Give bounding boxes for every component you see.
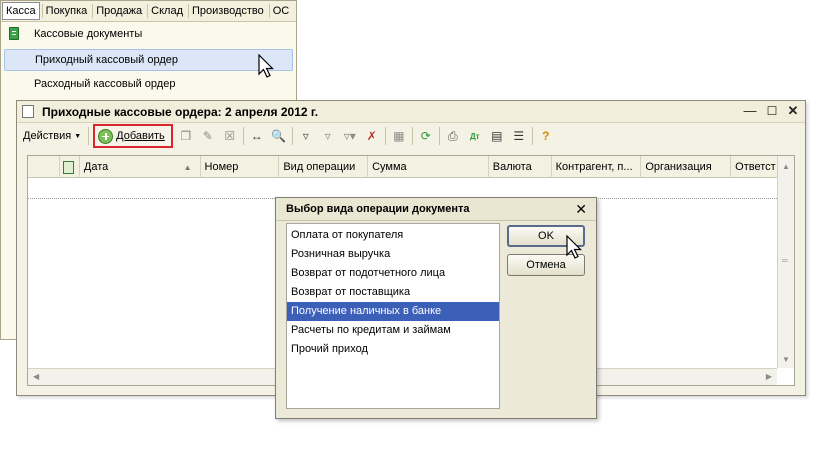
mouse-cursor-icon <box>258 54 274 78</box>
list-settings-icon[interactable]: ☰ <box>510 127 528 145</box>
actions-label: Действия <box>23 130 72 142</box>
operation-type-dialog: Выбор вида операции документа ✕ Оплата о… <box>275 197 597 419</box>
scroll-thumb-icon[interactable]: ═ <box>782 256 788 265</box>
dialog-title: Выбор вида операции документа <box>286 203 470 215</box>
cash-documents-icon <box>9 27 19 40</box>
scroll-left-icon[interactable]: ◀ <box>33 372 39 381</box>
menu-os[interactable]: ОС <box>270 3 293 19</box>
add-icon <box>98 128 114 144</box>
filter-icon[interactable]: ▿ <box>297 127 315 145</box>
posted-status-icon <box>62 160 74 174</box>
print-icon[interactable]: ⎙ <box>444 127 462 145</box>
scroll-up-icon[interactable]: ▲ <box>782 162 790 171</box>
add-button[interactable]: Добавить <box>93 124 173 148</box>
column-header-marker[interactable] <box>28 156 60 178</box>
list-item[interactable]: Прочий приход <box>287 340 499 359</box>
filter-by-value-icon[interactable]: ▿ <box>319 127 337 145</box>
table-header: Дата ▲ Номер Вид операции Сумма Валюта К… <box>28 156 777 178</box>
sort-ascending-icon: ▲ <box>183 162 192 172</box>
cancel-button-label: Отмена <box>526 259 566 271</box>
column-header-label: Сумма <box>372 161 407 173</box>
structure-icon[interactable]: ▦ <box>390 127 408 145</box>
column-header-currency[interactable]: Валюта <box>489 156 552 178</box>
window-titlebar: Приходные кассовые ордера: 2 апреля 2012… <box>17 101 805 123</box>
column-header-date[interactable]: Дата ▲ <box>80 156 201 178</box>
menu-prodazha[interactable]: Продажа <box>93 3 145 19</box>
clear-filter-icon[interactable]: ✗ <box>363 127 381 145</box>
submenu-item-incoming-cash-order[interactable]: Приходный кассовый ордер <box>4 49 293 71</box>
column-header-label: Организация <box>645 161 712 173</box>
column-header-label: Дата <box>83 161 109 173</box>
refresh-icon[interactable]: ⟳ <box>417 127 435 145</box>
table-row[interactable] <box>28 178 777 199</box>
list-toolbar: Действия ▼ Добавить ❐ ✎ ☒ ↔ 🔍 ▿ ▿ ▿▾ ✗ ▦… <box>20 123 802 149</box>
toolbar-separator <box>88 127 90 145</box>
list-item[interactable]: Розничная выручка <box>287 245 499 264</box>
toolbar-separator <box>384 127 386 145</box>
toolbar-separator <box>531 127 533 145</box>
minimize-icon[interactable]: — <box>743 104 757 118</box>
submenu-item-label: Приходный кассовый ордер <box>35 54 179 66</box>
dialog-titlebar: Выбор вида операции документа ✕ <box>276 198 596 221</box>
list-item[interactable]: Возврат от поставщика <box>287 283 499 302</box>
report-icon[interactable]: ▤ <box>488 127 506 145</box>
scroll-down-icon[interactable]: ▼ <box>782 355 790 364</box>
column-header-label: Ответст <box>735 161 776 173</box>
find-icon[interactable]: 🔍 <box>270 127 288 145</box>
vertical-scrollbar[interactable]: ▲ ═ ▼ <box>777 156 794 368</box>
list-item[interactable]: Оплата от покупателя <box>287 226 499 245</box>
maximize-icon[interactable]: ☐ <box>765 104 779 118</box>
column-header-responsible[interactable]: Ответст <box>731 156 777 178</box>
submenu-item-label: Расходный кассовый ордер <box>34 78 176 90</box>
column-header-posted[interactable] <box>60 156 80 178</box>
menubar: Касса Покупка Продажа Склад Производство… <box>1 1 296 22</box>
list-item-selected[interactable]: Получение наличных в банке <box>287 302 499 321</box>
debit-credit-icon[interactable]: Дт <box>466 127 484 145</box>
column-header-label: Валюта <box>492 161 532 173</box>
window-title: Приходные кассовые ордера: 2 апреля 2012… <box>42 104 319 119</box>
column-header-operation-type[interactable]: Вид операции <box>279 156 369 178</box>
toolbar-separator <box>291 127 293 145</box>
column-header-number[interactable]: Номер <box>201 156 280 178</box>
delete-icon[interactable]: ☒ <box>221 127 239 145</box>
menu-proizvodstvo[interactable]: Производство <box>189 3 267 19</box>
toolbar-separator <box>438 127 440 145</box>
help-icon[interactable]: ? <box>537 127 555 145</box>
column-header-label: Контрагент, п... <box>555 161 633 173</box>
dropdown-arrow-icon: ▼ <box>74 132 82 140</box>
menu-kassa[interactable]: Касса <box>2 2 40 20</box>
document-list-icon <box>22 105 34 118</box>
menu-pokupka[interactable]: Покупка <box>43 3 91 19</box>
submenu-item-label: Кассовые документы <box>34 28 143 40</box>
ok-button-label: OK <box>538 230 554 242</box>
column-header-label: Вид операции <box>283 161 356 173</box>
column-header-organization[interactable]: Организация <box>641 156 732 178</box>
mouse-cursor-icon <box>566 235 582 259</box>
operation-type-list[interactable]: Оплата от покупателя Розничная выручка В… <box>286 223 500 409</box>
column-header-label: Номер <box>204 161 239 173</box>
toolbar-separator <box>411 127 413 145</box>
interval-icon[interactable]: ↔ <box>248 127 266 145</box>
list-item[interactable]: Возврат от подотчетного лица <box>287 264 499 283</box>
close-icon[interactable]: ✕ <box>786 104 800 118</box>
close-icon[interactable]: ✕ <box>575 201 587 217</box>
copy-icon[interactable]: ❐ <box>177 127 195 145</box>
add-label: Добавить <box>116 130 165 142</box>
column-header-amount[interactable]: Сумма <box>368 156 489 178</box>
filter-history-icon[interactable]: ▿▾ <box>341 127 359 145</box>
scroll-right-icon[interactable]: ▶ <box>766 372 772 381</box>
menu-sklad[interactable]: Склад <box>148 3 186 19</box>
edit-icon[interactable]: ✎ <box>199 127 217 145</box>
submenu-item-cash-documents[interactable]: Кассовые документы <box>4 23 293 45</box>
submenu-item-outgoing-cash-order[interactable]: Расходный кассовый ордер <box>4 73 293 95</box>
column-header-counterparty[interactable]: Контрагент, п... <box>552 156 642 178</box>
toolbar-separator <box>242 127 244 145</box>
actions-menu-button[interactable]: Действия ▼ <box>20 130 84 142</box>
list-item[interactable]: Расчеты по кредитам и займам <box>287 321 499 340</box>
